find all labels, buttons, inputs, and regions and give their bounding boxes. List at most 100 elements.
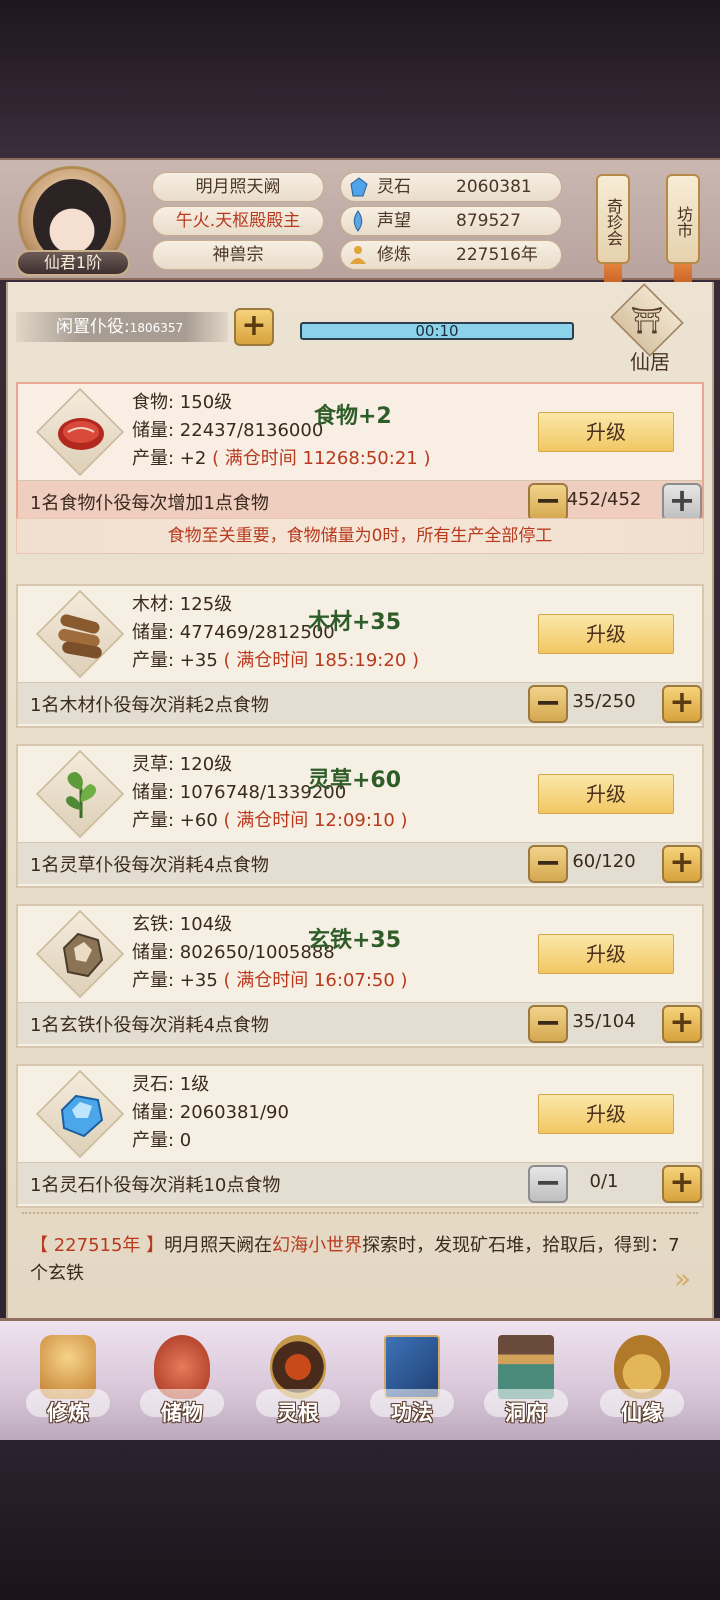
nav-label: 灵根: [277, 1401, 319, 1425]
decrease-servant-button[interactable]: −: [528, 483, 568, 521]
resource-storage: 储量: 22437/8136000: [132, 420, 324, 441]
production-value: 产量: 0: [132, 1130, 192, 1151]
bottom-letterbox: [0, 1440, 720, 1600]
float-gain: 灵草+60: [308, 768, 402, 793]
reputation-icon: [353, 210, 363, 232]
cultivation-value: 227516年: [456, 245, 538, 265]
rank-badge: 仙君1阶: [16, 250, 130, 276]
upgrade-button[interactable]: 升级: [538, 934, 674, 974]
full-time: ( 满仓时间 12:09:10 ): [223, 810, 408, 831]
reputation-value: 879527: [456, 211, 521, 231]
resource-level: 灵石: 1级: [132, 1074, 210, 1095]
servant-desc: 1名灵石仆役每次消耗10点食物: [30, 1175, 281, 1196]
log-year: 【 227515年 】: [30, 1235, 165, 1256]
upgrade-button[interactable]: 升级: [538, 1094, 674, 1134]
nav-technique[interactable]: 功法: [362, 1329, 462, 1439]
log-expand-arrow-icon[interactable]: »: [674, 1262, 691, 1295]
event-log: 【 227515年 】明月照天阙在幻海小世界探索时，发现矿石堆，拾取后，得到：7…: [30, 1232, 690, 1288]
cultivation-label: 修炼: [377, 245, 411, 265]
float-gain: 木材+35: [308, 610, 402, 635]
player-name: 明月照天阙: [152, 172, 324, 202]
resource-production: 产量: +2 ( 满仓时间 11268:50:21 ): [132, 444, 430, 470]
cultivation-counter: 修炼 227516年: [340, 240, 562, 270]
servant-desc: 1名木材仆役每次消耗2点食物: [30, 695, 269, 716]
production-timer: 00:10: [300, 322, 574, 340]
float-gain: 食物+2: [314, 404, 392, 429]
increase-servant-button[interactable]: +: [662, 483, 702, 521]
servant-count: 0/1: [589, 1171, 619, 1192]
player-sect[interactable]: 神兽宗: [152, 240, 324, 270]
nav-storage[interactable]: 储物: [132, 1329, 232, 1439]
resource-production: 产量: +60 ( 满仓时间 12:09:10 ): [132, 806, 408, 832]
resource-production: 产量: +35 ( 满仓时间 16:07:50 ): [132, 966, 408, 992]
nav-label: 功法: [391, 1401, 433, 1425]
resource-level: 玄铁: 104级: [132, 914, 233, 935]
ornamental-divider: [22, 1212, 698, 1220]
decrease-servant-button[interactable]: −: [528, 1005, 568, 1043]
cultivation-icon: [350, 246, 366, 264]
nav-fortune[interactable]: 仙缘: [592, 1329, 692, 1439]
decrease-servant-button[interactable]: −: [528, 1165, 568, 1203]
servant-desc: 1名食物仆役每次增加1点食物: [30, 493, 269, 514]
resource-storage: 储量: 802650/1005888: [132, 942, 335, 963]
increase-servant-button[interactable]: +: [662, 1165, 702, 1203]
resource-card-iron: 玄铁: 104级 储量: 802650/1005888 产量: +35 ( 满仓…: [16, 904, 704, 1048]
resource-card-herb: 灵草: 120级 储量: 1076748/1339200 产量: +60 ( 满…: [16, 744, 704, 888]
bottom-nav: 修炼 储物 灵根 功法 洞府 仙缘: [0, 1318, 720, 1440]
nav-label: 洞府: [505, 1401, 547, 1425]
spirit-stone-crystal-icon: [60, 1094, 104, 1138]
player-title[interactable]: 午火.天枢殿殿主: [152, 206, 324, 236]
full-time: ( 满仓时间 16:07:50 ): [223, 970, 408, 991]
servant-count: 60/120: [572, 851, 636, 872]
decrease-servant-button[interactable]: −: [528, 845, 568, 883]
resource-production: 产量: 0: [132, 1126, 191, 1152]
increase-servant-button[interactable]: +: [662, 685, 702, 723]
upgrade-button[interactable]: 升级: [538, 774, 674, 814]
full-time: ( 满仓时间 11268:50:21 ): [212, 448, 431, 469]
spirit-stone-counter: 灵石 2060381: [340, 172, 562, 202]
upgrade-button[interactable]: 升级: [538, 412, 674, 452]
resource-card-food: 食物: 150级 储量: 22437/8136000 产量: +2 ( 满仓时间…: [16, 382, 704, 526]
upgrade-button[interactable]: 升级: [538, 614, 674, 654]
nav-label: 修炼: [47, 1401, 89, 1425]
player-header: 仙君1阶 明月照天阙 午火.天枢殿殿主 神兽宗 灵石 2060381 声望 87…: [0, 158, 720, 298]
resource-level: 灵草: 120级: [132, 754, 233, 775]
fangshi-banner[interactable]: 坊市: [666, 174, 700, 264]
increase-servant-button[interactable]: +: [662, 845, 702, 883]
spirit-stone-label: 灵石: [377, 177, 411, 197]
add-servant-button[interactable]: +: [234, 308, 274, 346]
resource-storage: 储量: 2060381/90: [132, 1102, 289, 1123]
production-value: 产量: +60: [132, 810, 218, 831]
spirit-stone-icon: [350, 177, 368, 197]
iron-ore-icon: [62, 932, 104, 978]
resource-level: 食物: 150级: [132, 392, 233, 413]
servant-count: 35/104: [572, 1011, 636, 1032]
food-notice: 食物至关重要，食物储量为0时，所有生产全部停工: [16, 518, 704, 554]
idle-servants-bar: 闲置仆役:1806357: [16, 312, 228, 342]
log-connector: 在: [254, 1235, 273, 1256]
nav-label: 储物: [161, 1401, 203, 1425]
nav-cultivate[interactable]: 修炼: [18, 1329, 118, 1439]
top-letterbox: [0, 0, 720, 158]
meat-icon: [58, 418, 104, 450]
xianju-label[interactable]: 仙居: [608, 346, 692, 375]
production-value: 产量: +2: [132, 448, 207, 469]
resource-card-spirit-stone: 灵石: 1级 储量: 2060381/90 产量: 0 升级 1名灵石仆役每次消…: [16, 1064, 704, 1208]
reputation-counter: 声望 879527: [340, 206, 562, 236]
nav-spirit-root[interactable]: 灵根: [248, 1329, 348, 1439]
log-player: 明月照天阙: [164, 1235, 255, 1256]
log-place: 幻海小世界: [272, 1235, 363, 1256]
decrease-servant-button[interactable]: −: [528, 685, 568, 723]
resource-production: 产量: +35 ( 满仓时间 185:19:20 ): [132, 646, 419, 672]
resource-level: 木材: 125级: [132, 594, 233, 615]
servant-desc: 1名玄铁仆役每次消耗4点食物: [30, 1015, 269, 1036]
resource-storage: 储量: 477469/2812500: [132, 622, 335, 643]
full-time: ( 满仓时间 185:19:20 ): [223, 650, 420, 671]
qizhen-banner[interactable]: 奇珍会: [596, 174, 630, 264]
increase-servant-button[interactable]: +: [662, 1005, 702, 1043]
nav-cave-mansion[interactable]: 洞府: [476, 1329, 576, 1439]
reputation-label: 声望: [377, 211, 411, 231]
herb-leaf-icon: [65, 772, 97, 818]
production-value: 产量: +35: [132, 650, 218, 671]
pavilion-icon: ⛩: [630, 306, 664, 336]
